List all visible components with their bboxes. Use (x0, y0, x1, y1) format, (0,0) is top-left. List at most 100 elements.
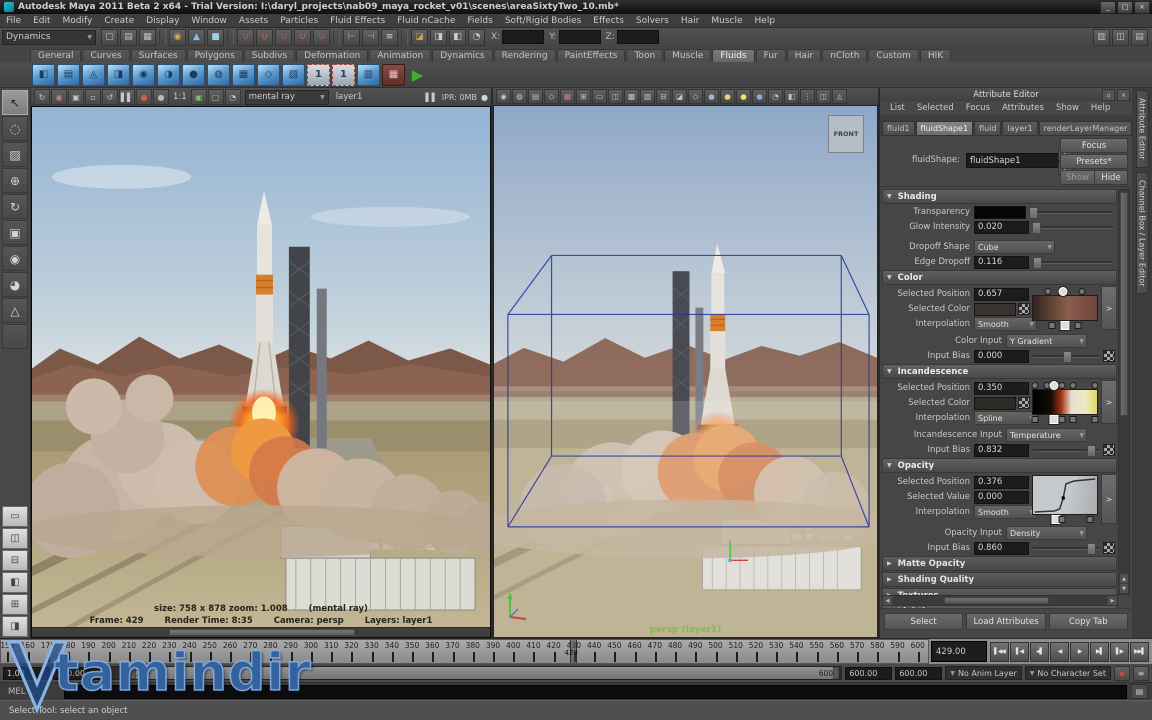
toggle-channel-box-icon[interactable]: ◫ (1112, 29, 1129, 46)
shelf-tab-custom[interactable]: Custom (868, 49, 918, 62)
last-tool-slot[interactable] (2, 324, 28, 349)
menu-muscle[interactable]: Muscle (705, 16, 748, 26)
incandescence-section-header[interactable]: ▼ Incandescence (882, 364, 1117, 379)
x-coord-input[interactable] (502, 30, 544, 44)
ipr-render-icon[interactable]: ◉ (51, 89, 67, 105)
layout-persp-outliner[interactable]: ◨ (2, 616, 28, 637)
opacity-input-bias-field[interactable]: 0.860 (974, 542, 1029, 555)
scale-tool[interactable]: ▣ (2, 220, 28, 245)
section-header-shading-quality[interactable]: ▶Shading Quality (882, 572, 1117, 587)
shelf-tab-dynamics[interactable]: Dynamics (432, 49, 492, 62)
perspective-viewport[interactable]: FRONT persp (layer1) (493, 105, 878, 638)
opacity-selected-value-field[interactable]: 0.000 (974, 491, 1029, 504)
ae-tab-fluidshape1[interactable]: fluidShape1 (916, 121, 974, 136)
incandescence-ramp[interactable] (1032, 380, 1098, 426)
hide-button[interactable]: Hide (1094, 170, 1128, 185)
make-live-icon[interactable]: ∪ (313, 29, 330, 46)
ramp-marker[interactable] (1059, 516, 1066, 523)
playback-start-field[interactable]: 150.00 (53, 667, 100, 680)
clear-initial-state-icon[interactable]: 1 (332, 64, 355, 86)
remove-image-icon[interactable]: ▢ (208, 89, 224, 105)
incand-ramp-expand-button[interactable]: > (1101, 380, 1117, 424)
menu-file[interactable]: File (0, 16, 27, 26)
scroll-left-icon[interactable]: ◀ (883, 596, 892, 605)
universal-manipulator-tool[interactable]: ◉ (2, 246, 28, 271)
fluid-2d-container-icon[interactable]: ▤ (57, 64, 80, 86)
move-tool[interactable]: ⊕ (2, 168, 28, 193)
opacity-selected-position-field[interactable]: 0.376 (974, 476, 1029, 489)
menu-modify[interactable]: Modify (57, 16, 99, 26)
menu-hair[interactable]: Hair (675, 16, 705, 26)
animation-start-field[interactable]: 1.00 (3, 667, 50, 680)
ramp-marker[interactable] (1058, 382, 1065, 389)
transparency-slider[interactable] (1030, 206, 1113, 218)
ramp-marker[interactable] (1087, 516, 1094, 523)
color-input-bias-field[interactable]: 0.000 (974, 350, 1029, 363)
toggle-tool-settings-icon[interactable]: ▤ (1131, 29, 1148, 46)
shelf-tab-ncloth[interactable]: nCloth (822, 49, 867, 62)
color-selected-color-swatch[interactable] (974, 303, 1016, 316)
menu-set-dropdown[interactable]: Dynamics ▼ (2, 30, 96, 45)
toggle-sidebar-icon[interactable]: ▥ (1093, 29, 1110, 46)
menu-window[interactable]: Window (185, 16, 233, 26)
fluid-3d-container-icon[interactable]: ◧ (32, 64, 55, 86)
shelf-tab-polygons[interactable]: Polygons (187, 49, 243, 62)
shelf-tab-hik[interactable]: HIK (920, 49, 951, 62)
isolate-select-icon[interactable]: ◧ (784, 89, 799, 104)
soft-modification-tool[interactable]: ◕ (2, 272, 28, 297)
ocean-icon[interactable]: ● (182, 64, 205, 86)
keep-image-icon[interactable]: ▣ (191, 89, 207, 105)
menu-fluid-ncache[interactable]: Fluid nCache (391, 16, 461, 26)
paint-select-tool[interactable]: ▨ (2, 142, 28, 167)
incand-bias-map-button[interactable] (1103, 444, 1115, 456)
animation-end-field[interactable]: 600.00 (895, 667, 942, 680)
resolution-gate-icon[interactable]: ◫ (608, 89, 623, 104)
ramp-marker[interactable] (1032, 382, 1039, 389)
fluid-3d-emitter-icon[interactable]: ◬ (82, 64, 105, 86)
interactive-playback-icon[interactable]: ▶ (407, 65, 428, 85)
zoom-one-to-one-button[interactable]: 1:1 (173, 92, 187, 102)
channel-icon[interactable]: ◬ (832, 89, 847, 104)
menu-assets[interactable]: Assets (233, 16, 274, 26)
go-to-end-button[interactable]: ▶▶▌ (1130, 642, 1149, 662)
show-manipulator-tool[interactable]: △ (2, 298, 28, 323)
glow-intensity-field[interactable]: 0.020 (974, 221, 1029, 234)
ramp-marker[interactable] (1058, 416, 1065, 423)
pause-icon[interactable]: ▌▌ (425, 93, 437, 102)
focus-button[interactable]: Focus (1060, 138, 1128, 153)
renderer-dropdown[interactable]: mental ray ▼ (245, 90, 329, 105)
ae-tab-renderlayermanager[interactable]: renderLayerManager (1039, 121, 1133, 136)
step-back-key-button[interactable]: ◀▌ (1030, 642, 1049, 662)
layout-two-pane-side[interactable]: ◫ (2, 528, 28, 549)
ramp-marker[interactable] (1069, 416, 1076, 423)
save-scene-icon[interactable]: ▦ (139, 29, 156, 46)
set-initial-state-icon[interactable]: 1 (307, 64, 330, 86)
select-component-icon[interactable]: ■ (207, 29, 224, 46)
auto-keyframe-toggle[interactable]: ◆ (1114, 666, 1130, 681)
multi-lister-icon[interactable]: ◫ (816, 89, 831, 104)
separator-icon[interactable]: ⋮ (800, 89, 815, 104)
pond-icon[interactable]: ◍ (207, 64, 230, 86)
output-connections-icon[interactable]: ⊣ (362, 29, 379, 46)
shelf-tab-fluids[interactable]: Fluids (712, 49, 754, 62)
dropoff-shape-dropdown[interactable]: Cube ▼ (974, 240, 1055, 254)
dock-tab-channel-box-layer-editor[interactable]: Channel Box / Layer Editor (1136, 172, 1149, 295)
extend-fluid-icon[interactable]: ◇ (257, 64, 280, 86)
shaded-icon[interactable]: ● (704, 89, 719, 104)
opacity-interpolation-dropdown[interactable]: Smooth ▼ (974, 505, 1037, 519)
color-input-dropdown[interactable]: Y Gradient ▼ (1006, 334, 1087, 348)
image-plane-front-chip[interactable]: FRONT (828, 115, 864, 153)
bookmark-icon[interactable]: ◇ (544, 89, 559, 104)
opacity-section-header[interactable]: ▼ Opacity (882, 458, 1117, 473)
render-region-icon[interactable]: ▫ (85, 89, 101, 105)
shelf-tab-animation[interactable]: Animation (369, 49, 431, 62)
play-backwards-button[interactable]: ◀ (1050, 642, 1069, 662)
ramp-marker[interactable] (1091, 382, 1098, 389)
ae-menu-list[interactable]: List (884, 103, 911, 113)
menu-fields[interactable]: Fields (461, 16, 498, 26)
opacity-bias-map-button[interactable] (1103, 542, 1115, 554)
range-slider-bar[interactable]: 150 600 (103, 666, 842, 680)
pause-ipr-icon[interactable]: ▌▌ (119, 89, 135, 105)
shelf-tab-painteffects[interactable]: PaintEffects (557, 49, 626, 62)
snap-to-point-icon[interactable]: ∪ (275, 29, 292, 46)
